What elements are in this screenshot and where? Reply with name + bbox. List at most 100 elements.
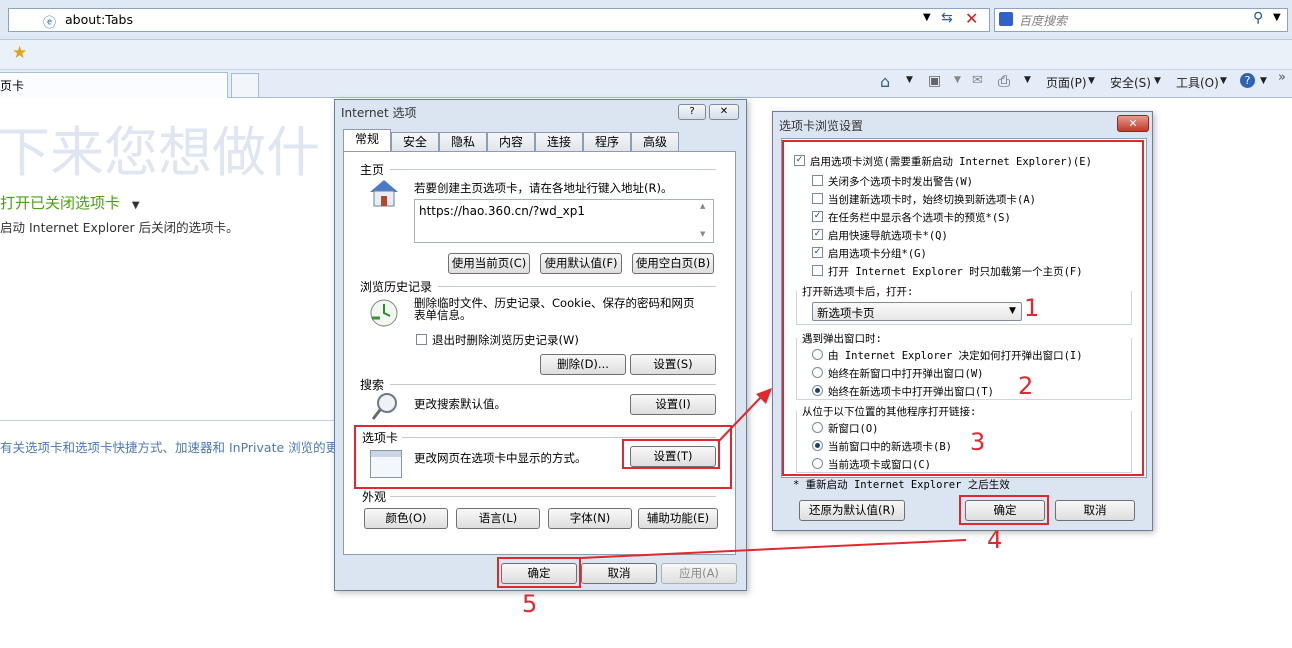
search-field[interactable]: 百度搜索 ⚲ ▼ <box>994 8 1288 32</box>
tab-connections-label: 连接 <box>546 135 571 149</box>
annotation-box-options-ok <box>497 557 581 588</box>
search-group-line <box>390 384 716 385</box>
feeds-icon[interactable]: ▣ <box>928 73 941 89</box>
history-group-label: 浏览历史记录 <box>360 280 433 294</box>
use-current-button[interactable]: 使用当前页(C) <box>448 253 530 274</box>
tab-content-label: 内容 <box>498 135 523 149</box>
history-group-line <box>438 286 716 287</box>
ie-page-icon: ⓔ <box>43 16 57 31</box>
address-dropdown-icon[interactable]: ▼ <box>923 12 931 23</box>
colors-button[interactable]: 颜色(O) <box>364 508 448 529</box>
command-bar: ⌂ ▼ ▣ ▼ ✉ ⎙ ▼ 页面(P) ▼ 安全(S) ▼ 工具(O) ▼ ? … <box>878 70 1292 94</box>
reopen-closed-tabs-link[interactable]: 打开已关闭选项卡 ▼ <box>0 192 140 213</box>
fonts-button[interactable]: 字体(N) <box>548 508 632 529</box>
homepage-url-value: https://hao.360.cn/?wd_xp1 <box>419 204 586 218</box>
print-icon[interactable]: ⎙ <box>998 72 1010 90</box>
menu-tools-arrow-icon: ▼ <box>1220 76 1227 86</box>
refresh-icon[interactable]: ⇆ <box>941 10 953 26</box>
tab-content[interactable]: 内容 <box>487 132 535 152</box>
delete-on-exit-checkbox[interactable] <box>416 334 427 345</box>
annotation-number-4: 4 <box>987 526 1003 554</box>
delete-history-button[interactable]: 删除(D)... <box>540 354 626 375</box>
favorites-star-icon[interactable]: ★ <box>12 43 27 63</box>
reopen-desc: 启动 Internet Explorer 后关闭的选项卡。 <box>0 220 239 235</box>
annotation-box-tab-options <box>782 140 1144 476</box>
mail-icon[interactable]: ✉ <box>972 73 983 88</box>
tab-security[interactable]: 安全 <box>391 132 439 152</box>
tab-general-label: 常规 <box>354 132 379 146</box>
new-tab-button[interactable] <box>231 73 259 97</box>
internet-options-apply-button[interactable]: 应用(A) <box>661 563 737 584</box>
search-group-label: 搜索 <box>360 378 385 392</box>
search-dropdown-icon[interactable]: ▼ <box>1273 12 1281 23</box>
history-clock-icon <box>368 298 400 328</box>
use-blank-button[interactable]: 使用空白页(B) <box>632 253 714 274</box>
help-dropdown-icon[interactable]: ▼ <box>1260 76 1267 86</box>
menu-tools[interactable]: 工具(O) <box>1176 74 1219 91</box>
menu-safety-arrow-icon: ▼ <box>1154 76 1161 86</box>
baidu-icon <box>999 12 1013 26</box>
history-settings-button[interactable]: 设置(S) <box>630 354 716 375</box>
menu-safety[interactable]: 安全(S) <box>1110 74 1151 91</box>
scroll-up-icon[interactable]: ▲ <box>700 202 705 210</box>
tab-current[interactable]: 页卡 <box>0 72 228 98</box>
chevron-more-icon[interactable]: » <box>1278 70 1286 85</box>
restore-defaults-button[interactable]: 还原为默认值(R) <box>799 500 905 521</box>
internet-options-cancel-button[interactable]: 取消 <box>581 563 657 584</box>
internet-options-title: Internet 选项 <box>341 106 417 120</box>
arrow-to-tab-dialog-head <box>756 388 772 404</box>
newtab-heading: 下来您想做什 <box>0 121 320 184</box>
magnifier-icon <box>370 392 400 422</box>
home-dropdown-icon[interactable]: ▼ <box>906 75 913 85</box>
accessibility-button[interactable]: 辅助功能(E) <box>638 508 718 529</box>
delete-on-exit-label: 退出时删除浏览历史记录(W) <box>432 333 579 347</box>
history-desc: 删除临时文件、历史记录、Cookie、保存的密码和网页表单信息。 <box>414 296 695 322</box>
menu-page-arrow-icon: ▼ <box>1088 76 1095 86</box>
tab-programs[interactable]: 程序 <box>583 132 631 152</box>
restart-note: * 重新启动 Internet Explorer 之后生效 <box>793 479 1010 491</box>
use-default-button[interactable]: 使用默认值(F) <box>540 253 622 274</box>
tab-security-label: 安全 <box>402 135 427 149</box>
home-icon[interactable]: ⌂ <box>880 72 890 91</box>
tab-advanced[interactable]: 高级 <box>631 132 679 152</box>
close-button[interactable]: ✕ <box>709 104 739 120</box>
tab-general[interactable]: 常规 <box>343 129 391 152</box>
tab-privacy[interactable]: 隐私 <box>439 132 487 152</box>
appearance-group-label: 外观 <box>362 490 387 504</box>
address-field[interactable]: ⓔ about:Tabs ▼ ⇆ ✕ <box>8 8 990 32</box>
newtab-footer-link[interactable]: 有关选项卡和选项卡快捷方式、加速器和 InPrivate 浏览的更 <box>0 437 336 456</box>
tab-settings-close-button[interactable]: ✕ <box>1117 115 1149 132</box>
screen: + ⓔ about:Tabs ▼ ⇆ ✕ 百度搜索 ⚲ ▼ ★ 页卡 ⌂ ▼ ▣… <box>0 0 1292 648</box>
help-button[interactable]: ? <box>678 104 706 120</box>
general-tab-panel: 主页 若要创建主页选项卡，请在各地址行键入地址(R)。 https://hao.… <box>343 151 736 555</box>
chevron-down-icon: ▼ <box>131 200 140 211</box>
tab-advanced-label: 高级 <box>642 135 667 149</box>
tab-settings-cancel-button[interactable]: 取消 <box>1055 500 1135 521</box>
homepage-group-label: 主页 <box>360 163 385 177</box>
feeds-dropdown-icon[interactable]: ▼ <box>954 75 961 85</box>
tab-programs-label: 程序 <box>594 135 619 149</box>
annotation-number-1: 1 <box>1024 294 1040 322</box>
homepage-url-textarea[interactable]: https://hao.360.cn/?wd_xp1 ▲ ▼ <box>414 199 714 243</box>
favorites-bar: ★ <box>0 40 1292 70</box>
address-text: about:Tabs <box>65 12 133 27</box>
tab-current-label: 页卡 <box>0 79 25 93</box>
languages-button[interactable]: 语言(L) <box>456 508 540 529</box>
tab-settings-title: 选项卡浏览设置 <box>779 119 864 133</box>
help-icon[interactable]: ? <box>1240 73 1255 88</box>
homepage-group-line <box>390 169 716 170</box>
appearance-group-line <box>390 496 716 497</box>
search-settings-button[interactable]: 设置(I) <box>630 394 716 415</box>
print-dropdown-icon[interactable]: ▼ <box>1024 75 1031 85</box>
annotation-number-2: 2 <box>1018 372 1034 400</box>
tab-connections[interactable]: 连接 <box>535 132 583 152</box>
menu-page[interactable]: 页面(P) <box>1046 74 1087 91</box>
search-placeholder: 百度搜索 <box>1019 14 1068 28</box>
reopen-closed-tabs-label: 打开已关闭选项卡 <box>0 194 121 212</box>
internet-options-dialog: Internet 选项 ? ✕ 常规 安全 隐私 内容 连接 程序 高级 主页 … <box>334 99 747 591</box>
homepage-house-icon <box>368 178 400 208</box>
search-icon[interactable]: ⚲ <box>1253 10 1263 26</box>
scroll-down-icon[interactable]: ▼ <box>700 230 705 238</box>
stop-icon[interactable]: ✕ <box>965 9 978 28</box>
newtab-divider <box>0 420 336 421</box>
